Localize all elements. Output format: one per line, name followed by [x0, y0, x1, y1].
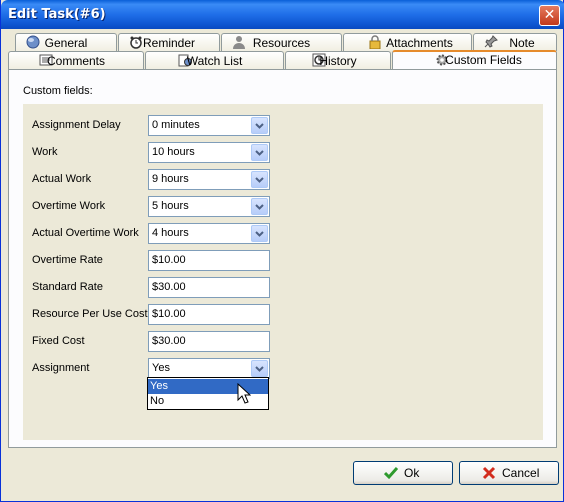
- cross-icon: [482, 466, 496, 480]
- tab-label: Attachments: [386, 36, 453, 50]
- close-button[interactable]: ✕: [539, 5, 560, 26]
- ok-label: Ok: [404, 466, 420, 480]
- field-value: $30.00: [152, 335, 186, 347]
- tab-label: Watch List: [186, 54, 243, 68]
- custom-fields-panel: Custom fields: Assignment Delay 0 minute…: [8, 69, 557, 448]
- chevron-down-icon[interactable]: [251, 144, 268, 161]
- tab-label: General: [44, 36, 88, 50]
- assignment-combo[interactable]: Yes: [148, 358, 270, 379]
- chevron-down-icon[interactable]: [251, 360, 268, 377]
- actual-overtime-work-combo[interactable]: 4 hours: [148, 223, 270, 244]
- field-value: $10.00: [152, 254, 186, 266]
- tab-general[interactable]: General: [15, 33, 117, 51]
- fixed-cost-field[interactable]: $30.00: [148, 331, 270, 352]
- ok-button[interactable]: Ok: [353, 461, 453, 485]
- resource-per-use-cost-field[interactable]: $10.00: [148, 304, 270, 325]
- tab-label: Note: [509, 36, 535, 50]
- custom-fields-caption: Custom fields:: [23, 85, 93, 97]
- overtime-work-combo[interactable]: 5 hours: [148, 196, 270, 217]
- chevron-down-icon[interactable]: [251, 198, 268, 215]
- actual-work-combo[interactable]: 9 hours: [148, 169, 270, 190]
- combo-value: 0 minutes: [152, 119, 200, 131]
- tab-reminder[interactable]: Reminder: [118, 33, 220, 51]
- standard-rate-label: Standard Rate: [32, 281, 103, 293]
- tab-note[interactable]: Note: [473, 33, 557, 51]
- tab-label: Reminder: [142, 36, 196, 50]
- tab-label: History: [319, 54, 357, 68]
- chevron-down-icon[interactable]: [251, 117, 268, 134]
- combo-value: 10 hours: [152, 146, 195, 158]
- tab-resources[interactable]: Resources: [221, 33, 342, 51]
- tab-label: Comments: [46, 54, 105, 68]
- actual-work-label: Actual Work: [32, 173, 92, 185]
- window-title: Edit Task(#6): [8, 7, 106, 22]
- tab-label: Resources: [252, 36, 311, 50]
- combo-value: 4 hours: [152, 227, 189, 239]
- checkmark-icon: [384, 467, 398, 480]
- assignment-delay-combo[interactable]: 0 minutes: [148, 115, 270, 136]
- assignment-delay-label: Assignment Delay: [32, 119, 121, 131]
- tab-history[interactable]: History: [285, 51, 391, 69]
- mouse-cursor-icon: [237, 383, 251, 404]
- overtime-rate-field[interactable]: $10.00: [148, 250, 270, 271]
- tab-comments[interactable]: Comments: [8, 51, 144, 69]
- custom-fields-group: Assignment Delay 0 minutes Work 10 hours…: [23, 104, 543, 440]
- resource-per-use-cost-label: Resource Per Use Cost: [32, 308, 148, 320]
- actual-overtime-work-label: Actual Overtime Work: [32, 227, 139, 239]
- assignment-label: Assignment: [32, 362, 90, 374]
- tab-watch-list[interactable]: Watch List: [145, 51, 284, 69]
- overtime-work-label: Overtime Work: [32, 200, 106, 212]
- field-value: $30.00: [152, 281, 186, 293]
- work-combo[interactable]: 10 hours: [148, 142, 270, 163]
- fixed-cost-label: Fixed Cost: [32, 335, 85, 347]
- chevron-down-icon[interactable]: [251, 171, 268, 188]
- combo-value: Yes: [152, 362, 170, 374]
- combo-value: 5 hours: [152, 200, 189, 212]
- cancel-button[interactable]: Cancel: [459, 461, 559, 485]
- tab-label: Custom Fields: [445, 53, 522, 67]
- work-label: Work: [32, 146, 58, 158]
- edit-task-dialog: Edit Task(#6) ✕ General Reminder Resourc…: [0, 0, 564, 502]
- cancel-label: Cancel: [502, 466, 540, 480]
- combo-value: 9 hours: [152, 173, 189, 185]
- title-bar[interactable]: Edit Task(#6) ✕: [1, 0, 564, 29]
- chevron-down-icon[interactable]: [251, 225, 268, 242]
- tab-attachments[interactable]: Attachments: [343, 33, 472, 51]
- standard-rate-field[interactable]: $30.00: [148, 277, 270, 298]
- field-value: $10.00: [152, 308, 186, 320]
- overtime-rate-label: Overtime Rate: [32, 254, 103, 266]
- tab-custom-fields[interactable]: Custom Fields: [392, 50, 557, 69]
